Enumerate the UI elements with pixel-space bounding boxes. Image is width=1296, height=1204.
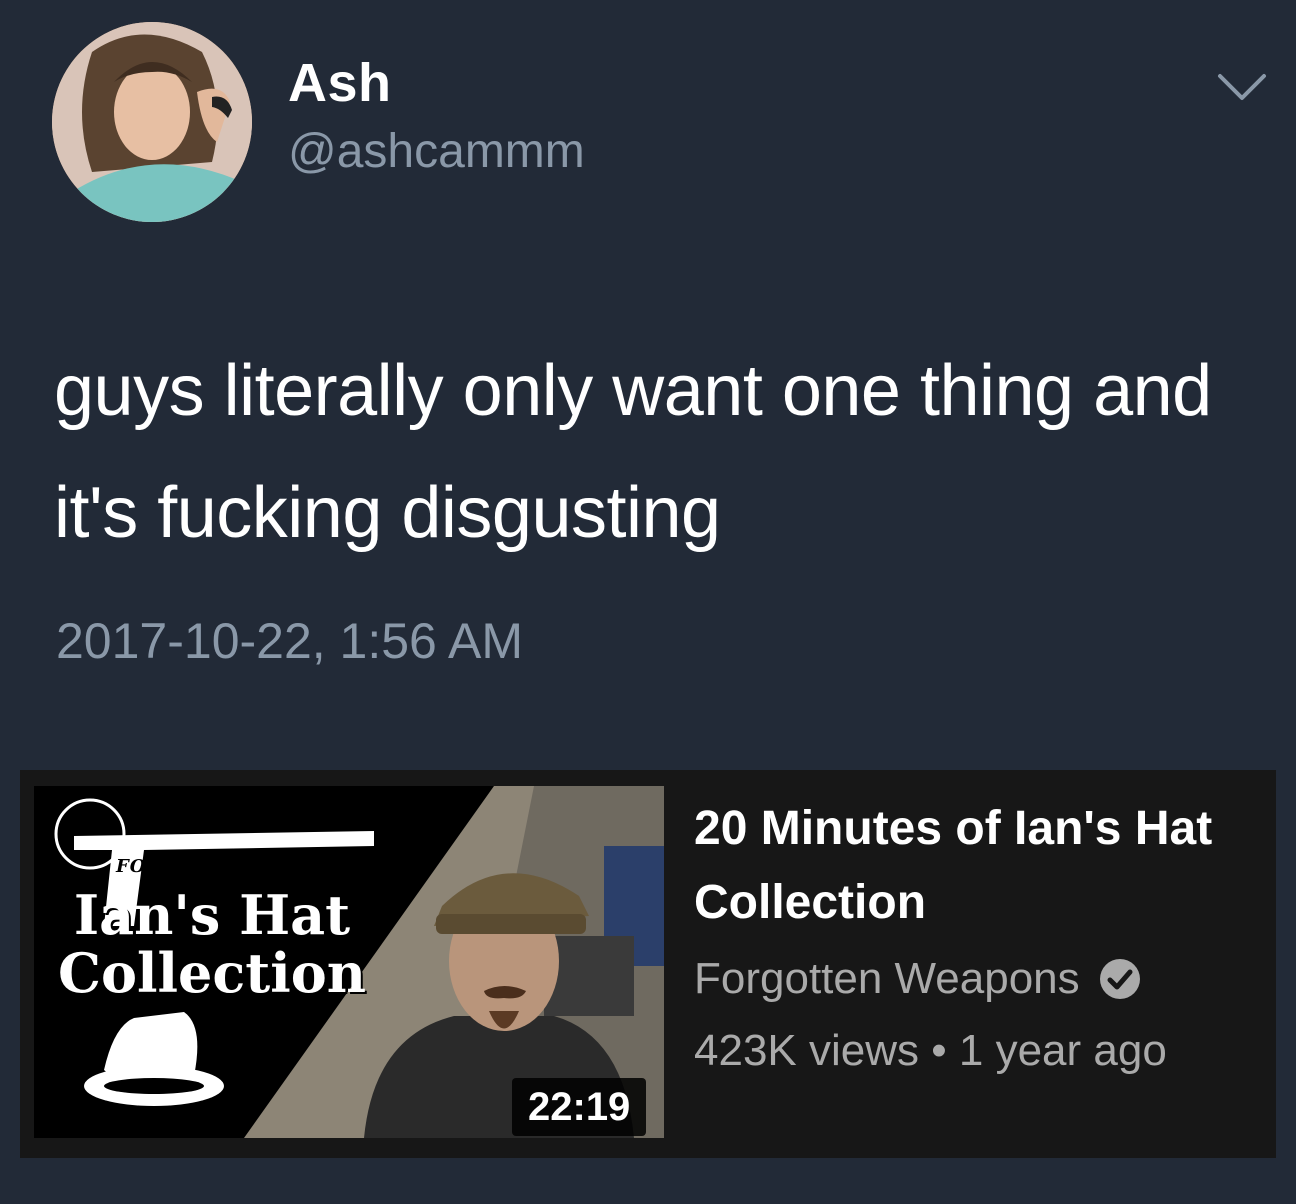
- display-name[interactable]: Ash: [288, 52, 392, 114]
- channel-name[interactable]: Forgotten Weapons: [694, 954, 1080, 1004]
- user-handle[interactable]: @ashcammm: [288, 124, 585, 179]
- channel-row[interactable]: Forgotten Weapons: [694, 954, 1142, 1004]
- tweet-timestamp[interactable]: 2017-10-22, 1:56 AM: [56, 612, 523, 670]
- video-meta: 423K views • 1 year ago: [694, 1026, 1167, 1076]
- verified-check-icon: [1099, 959, 1140, 999]
- tweet-screenshot: Ash @ashcammm guys literally only want o…: [0, 0, 1296, 1204]
- chevron-down-icon[interactable]: [1216, 70, 1268, 104]
- thumbnail-title: Ian's Hat Collection: [58, 883, 366, 1005]
- video-title[interactable]: 20 Minutes of Ian's Hat Collection: [694, 792, 1264, 940]
- thumbnail-brand: FORGOTTEN WEAPONS.com: [116, 856, 429, 877]
- upload-age: 1 year ago: [958, 1026, 1167, 1075]
- duration-badge: 22:19: [512, 1078, 647, 1136]
- youtube-card[interactable]: FORGOTTEN WEAPONS.com Ian's Hat Collecti…: [20, 770, 1276, 1158]
- view-count: 423K views: [694, 1026, 920, 1075]
- meta-separator: •: [931, 1026, 947, 1075]
- tweet-text: guys literally only want one thing and i…: [54, 351, 1212, 553]
- avatar-photo: [52, 22, 252, 222]
- avatar[interactable]: [52, 22, 252, 222]
- video-thumbnail[interactable]: FORGOTTEN WEAPONS.com Ian's Hat Collecti…: [34, 786, 664, 1138]
